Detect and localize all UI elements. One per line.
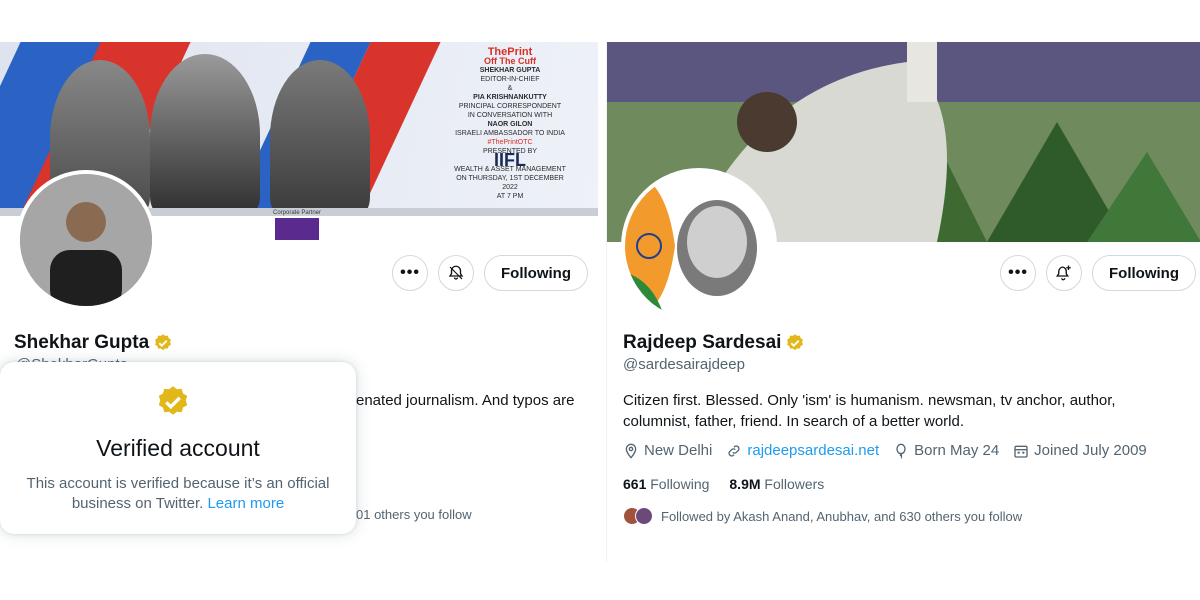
learn-more-link[interactable]: Learn more [207, 495, 284, 512]
profile-rajdeep-sardesai: ••• Following Rajdeep Sardesai @sardesai… [606, 42, 1200, 562]
banner-guest3-role: ISRAELI AMBASSADOR TO INDIA [455, 130, 565, 137]
banner-guest2: PIA KRISHNANKUTTY [473, 94, 547, 101]
display-name: Rajdeep Sardesai [623, 332, 782, 353]
location-text: New Delhi [644, 442, 713, 459]
location: New Delhi [623, 442, 712, 459]
banner-show: Off The Cuff [484, 56, 536, 66]
bio: Citizen first. Blessed. Only 'ism' is hu… [623, 392, 1116, 430]
banner-guest1-role: EDITOR-IN-CHIEF [480, 76, 540, 83]
verified-badge-large-icon [158, 386, 188, 415]
following-button[interactable]: Following [484, 255, 588, 291]
mutual-avatars [623, 507, 653, 525]
banner-date: ON THURSDAY, 1ST DECEMBER 2022 [456, 175, 564, 191]
verified-popup: Verified account This account is verifie… [0, 362, 356, 534]
website[interactable]: rajdeepsardesai.net [726, 442, 879, 459]
followers-label: Followers [764, 476, 825, 492]
popup-title: Verified account [96, 435, 260, 461]
popup-text: This account is verified because it’s an… [12, 474, 344, 514]
profile-actions: ••• Following [1000, 255, 1196, 291]
following-count[interactable]: 661 Following [623, 476, 709, 492]
link-icon [728, 444, 740, 457]
bell-plus-icon [1056, 265, 1071, 281]
follow-counts: 661 Following 8.9M Followers [623, 476, 824, 492]
verified-badge-icon[interactable] [785, 333, 805, 353]
banner-guest3: NAOR GILON [487, 121, 533, 128]
avatar[interactable] [621, 168, 777, 324]
avatar-image [20, 174, 152, 306]
banner-hashtag: #ThePrintOTC [487, 139, 533, 146]
website-link[interactable]: rajdeepsardesai.net [747, 442, 879, 459]
more-icon: ••• [1008, 264, 1028, 281]
followed-by-text: Followed by Akash Anand, Anubhav, and 63… [661, 508, 1023, 524]
joined-text: Joined July 2009 [1034, 442, 1147, 459]
notifications-button[interactable] [1046, 255, 1083, 291]
following-number: 661 [623, 476, 647, 492]
banner-sponsor: IIFL [494, 150, 526, 170]
bell-icon [448, 265, 464, 280]
name-row: Shekhar Gupta [14, 332, 173, 354]
handle: @sardesairajdeep [623, 356, 745, 373]
more-icon: ••• [400, 264, 420, 281]
avatar-image [625, 172, 773, 320]
name-row: Rajdeep Sardesai [623, 332, 805, 354]
followers-count[interactable]: 8.9M Followers [729, 476, 824, 492]
following-button[interactable]: Following [1092, 255, 1196, 291]
corporate-partner-label: Corporate Partner [272, 210, 322, 216]
profile-actions: ••• Following [392, 255, 588, 291]
notifications-button[interactable] [438, 255, 475, 291]
verified-badge-icon[interactable] [153, 333, 173, 353]
following-label: Following [650, 476, 710, 492]
location-pin-icon [625, 443, 637, 459]
banner-promo: ThePrint Off The Cuff SHEKHAR GUPTA EDIT… [450, 47, 570, 201]
banner-sponsor-sub: WEALTH & ASSET MANAGEMENT [454, 166, 566, 173]
mutual-avatar-2 [635, 507, 653, 525]
calendar-icon [1014, 445, 1028, 458]
corporate-partner: Corporate Partner [272, 210, 322, 240]
followed-by-text: 01 others you follow [356, 507, 472, 522]
birthday-text: Born May 24 [914, 442, 1000, 459]
balloon-icon [896, 443, 906, 459]
more-button[interactable]: ••• [392, 255, 429, 291]
more-button[interactable]: ••• [1000, 255, 1037, 291]
joined: Joined July 2009 [1013, 442, 1147, 459]
birthday: Born May 24 [893, 442, 999, 459]
followers-number: 8.9M [729, 476, 761, 492]
banner-amp: & [507, 85, 513, 92]
banner-person-3 [270, 60, 370, 216]
banner-guest1: SHEKHAR GUPTA [479, 67, 541, 74]
banner-person-2 [150, 54, 260, 216]
banner-guest2-role: PRINCIPAL CORRESPONDENT [458, 103, 562, 110]
display-name: Shekhar Gupta [14, 332, 150, 353]
followed-by[interactable]: Followed by Akash Anand, Anubhav, and 63… [623, 507, 1022, 525]
followed-by[interactable]: 01 others you follow [356, 507, 472, 522]
banner-conversation: IN CONVERSATION WITH [467, 112, 553, 119]
avatar[interactable] [16, 170, 156, 310]
profile-meta: New Delhi rajdeepsardesai.net Born May 2… [623, 442, 1147, 459]
partner-logo [275, 218, 319, 240]
banner-time: AT 7 PM [496, 193, 524, 200]
bio: enated journalism. And typos are [356, 392, 575, 409]
